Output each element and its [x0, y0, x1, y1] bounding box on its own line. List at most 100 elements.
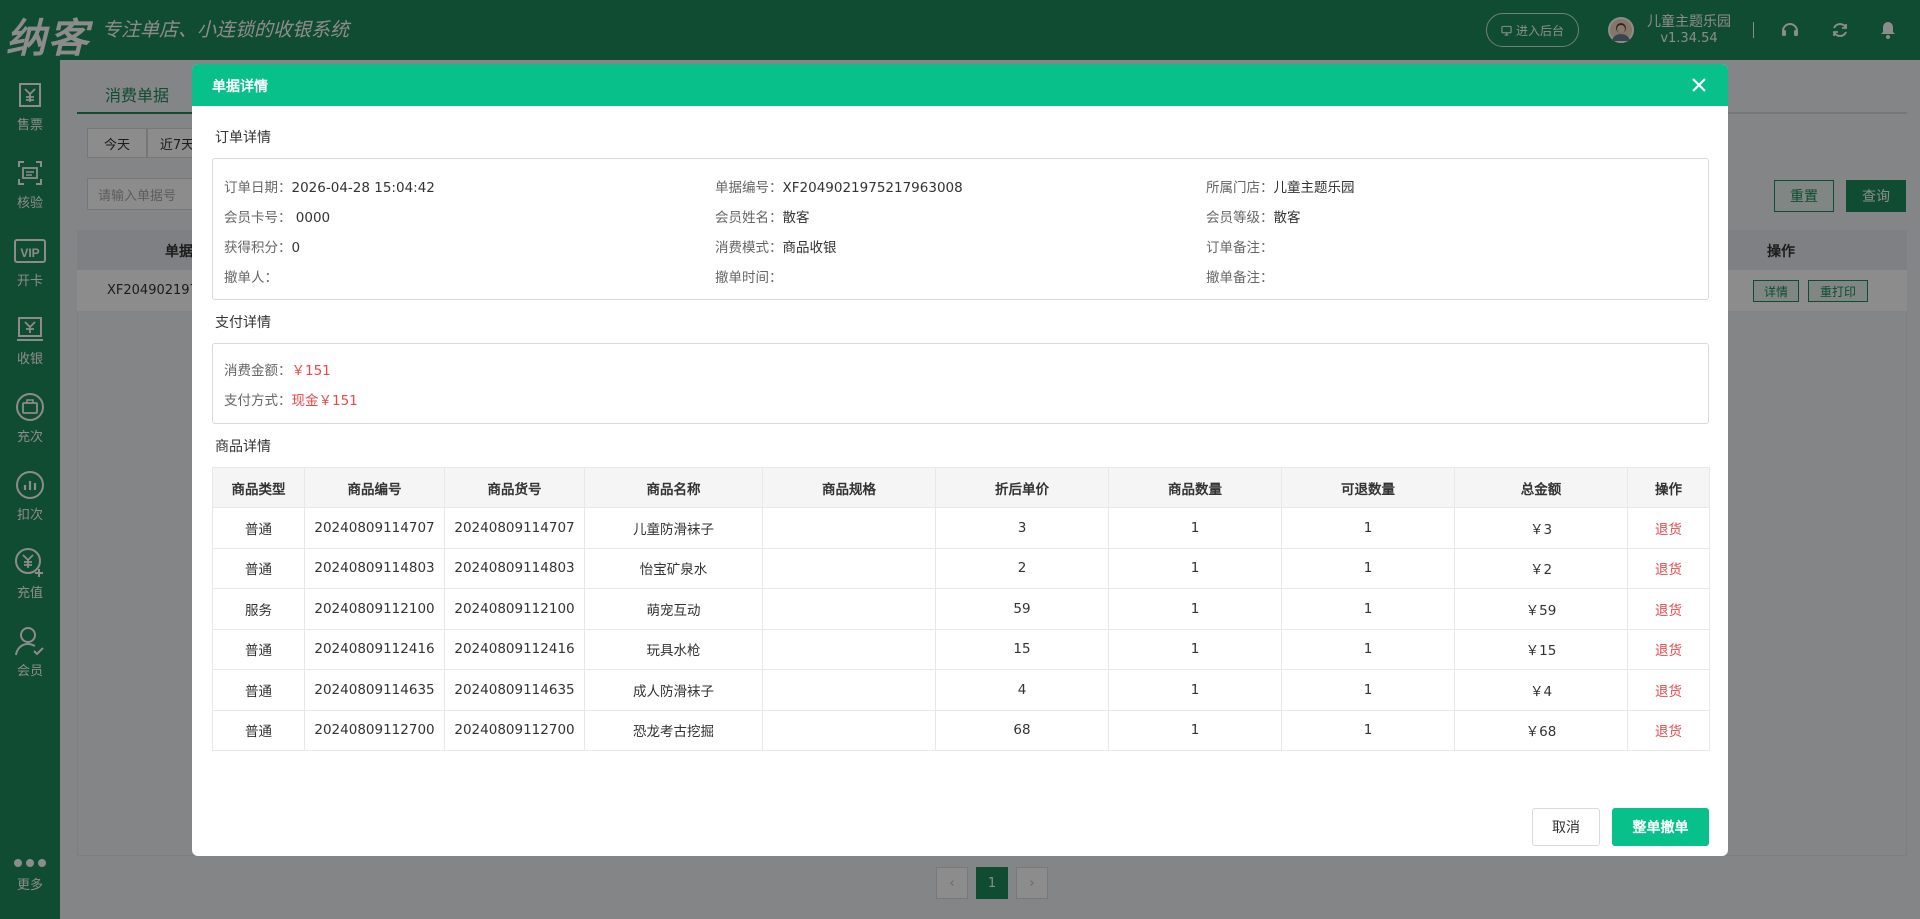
col-price: 折后单价: [935, 467, 1109, 508]
pay-method-field: 支付方式：现金￥151: [224, 393, 358, 409]
cell-spec: [762, 669, 936, 711]
table-row: 普通 20240809112700 20240809112700 恐龙考古挖掘 68 1 1…: [212, 709, 1710, 751]
col-name: 商品名称: [584, 467, 763, 508]
cell-refundable: 1: [1281, 547, 1455, 589]
cell-code: 20240809114707: [304, 507, 445, 549]
cell-spec: [762, 507, 936, 549]
cell-total: ￥15: [1454, 628, 1628, 670]
return-button[interactable]: 退货: [1627, 669, 1710, 711]
order-remark-field: 订单备注：: [1206, 240, 1274, 256]
cell-type: 普通: [212, 669, 305, 711]
cell-spec: [762, 628, 936, 670]
cell-code: 20240809114803: [304, 547, 445, 589]
cell-price: 2: [935, 547, 1109, 589]
cell-sku: 20240809112700: [444, 709, 585, 751]
pay-section-title: 支付详情: [215, 315, 271, 331]
cell-sku: 20240809114707: [444, 507, 585, 549]
cell-name: 怡宝矿泉水: [584, 547, 763, 589]
cell-spec: [762, 709, 936, 751]
cell-refundable: 1: [1281, 669, 1455, 711]
cell-qty: 1: [1108, 588, 1282, 630]
cell-refundable: 1: [1281, 628, 1455, 670]
bill-detail-modal: 单据详情 订单详情 订单日期：2026-04-28 15:04:42 单据编号：…: [192, 64, 1728, 856]
cell-type: 普通: [212, 628, 305, 670]
col-qty: 商品数量: [1108, 467, 1282, 508]
pay-info-box: 消费金额：￥151 支付方式：现金￥151: [212, 343, 1709, 424]
cell-sku: 20240809112416: [444, 628, 585, 670]
cell-code: 20240809112416: [304, 628, 445, 670]
modal-title: 单据详情: [212, 79, 268, 95]
col-type: 商品类型: [212, 467, 305, 508]
cell-price: 15: [935, 628, 1109, 670]
member-level-field: 会员等级：散客: [1206, 210, 1301, 226]
cell-code: 20240809112100: [304, 588, 445, 630]
cell-code: 20240809112700: [304, 709, 445, 751]
return-button[interactable]: 退货: [1627, 507, 1710, 549]
col-refundable: 可退数量: [1281, 467, 1455, 508]
cell-qty: 1: [1108, 669, 1282, 711]
col-sku: 商品货号: [444, 467, 585, 508]
close-icon[interactable]: [1690, 76, 1708, 94]
cell-name: 恐龙考古挖掘: [584, 709, 763, 751]
points-field: 获得积分：0: [224, 240, 301, 256]
table-row: 普通 20240809114803 20240809114803 怡宝矿泉水 2 1 1 ￥2…: [212, 547, 1710, 589]
cancel-button[interactable]: 取消: [1532, 808, 1600, 846]
cell-name: 萌宠互动: [584, 588, 763, 630]
cell-qty: 1: [1108, 709, 1282, 751]
modal-header: 单据详情: [192, 64, 1728, 106]
cell-name: 儿童防滑袜子: [584, 507, 763, 549]
cell-price: 4: [935, 669, 1109, 711]
goods-table-header: 商品类型 商品编号 商品货号 商品名称 商品规格 折后单价 商品数量 可退数量 …: [212, 467, 1710, 508]
void-operator-field: 撤单人：: [224, 270, 278, 286]
cell-name: 玩具水枪: [584, 628, 763, 670]
goods-table: 商品类型 商品编号 商品货号 商品名称 商品规格 折后单价 商品数量 可退数量 …: [212, 467, 1710, 751]
cell-refundable: 1: [1281, 588, 1455, 630]
void-whole-bill-button[interactable]: 整单撤单: [1612, 808, 1709, 846]
cell-refundable: 1: [1281, 507, 1455, 549]
void-time-field: 撤单时间：: [715, 270, 783, 286]
cell-price: 3: [935, 507, 1109, 549]
return-button[interactable]: 退货: [1627, 628, 1710, 670]
return-button[interactable]: 退货: [1627, 588, 1710, 630]
cell-total: ￥4: [1454, 669, 1628, 711]
order-info-box: 订单日期：2026-04-28 15:04:42 单据编号：XF20490219…: [212, 158, 1709, 300]
cell-code: 20240809114635: [304, 669, 445, 711]
cell-refundable: 1: [1281, 709, 1455, 751]
cell-spec: [762, 588, 936, 630]
cell-qty: 1: [1108, 628, 1282, 670]
cell-qty: 1: [1108, 507, 1282, 549]
col-action: 操作: [1627, 467, 1710, 508]
return-button[interactable]: 退货: [1627, 547, 1710, 589]
order-section-title: 订单详情: [215, 130, 271, 146]
cell-price: 68: [935, 709, 1109, 751]
goods-section-title: 商品详情: [215, 439, 271, 455]
table-row: 服务 20240809112100 20240809112100 萌宠互动 59 1 1 ￥5…: [212, 588, 1710, 630]
table-row: 普通 20240809114635 20240809114635 成人防滑袜子 4 1 1 ￥…: [212, 669, 1710, 711]
cell-sku: 20240809112100: [444, 588, 585, 630]
table-row: 普通 20240809112416 20240809112416 玩具水枪 15 1 1 ￥1…: [212, 628, 1710, 670]
cell-type: 服务: [212, 588, 305, 630]
table-row: 普通 20240809114707 20240809114707 儿童防滑袜子 3 1 1 ￥…: [212, 507, 1710, 549]
cell-total: ￥2: [1454, 547, 1628, 589]
bill-number-field: 单据编号：XF2049021975217963008: [715, 180, 963, 196]
cell-spec: [762, 547, 936, 589]
cell-sku: 20240809114803: [444, 547, 585, 589]
col-total: 总金额: [1454, 467, 1628, 508]
cell-total: ￥59: [1454, 588, 1628, 630]
return-button[interactable]: 退货: [1627, 709, 1710, 751]
consume-amount-field: 消费金额：￥151: [224, 363, 331, 379]
consume-mode-field: 消费模式：商品收银: [715, 240, 837, 256]
cell-total: ￥3: [1454, 507, 1628, 549]
col-code: 商品编号: [304, 467, 445, 508]
cell-type: 普通: [212, 547, 305, 589]
cell-total: ￥68: [1454, 709, 1628, 751]
cell-type: 普通: [212, 709, 305, 751]
cell-sku: 20240809114635: [444, 669, 585, 711]
member-name-field: 会员姓名：散客: [715, 210, 810, 226]
store-field: 所属门店：儿童主题乐园: [1206, 180, 1355, 196]
member-card-field: 会员卡号： 0000: [224, 210, 331, 226]
col-spec: 商品规格: [762, 467, 936, 508]
order-date-field: 订单日期：2026-04-28 15:04:42: [224, 180, 435, 196]
cell-price: 59: [935, 588, 1109, 630]
cell-type: 普通: [212, 507, 305, 549]
